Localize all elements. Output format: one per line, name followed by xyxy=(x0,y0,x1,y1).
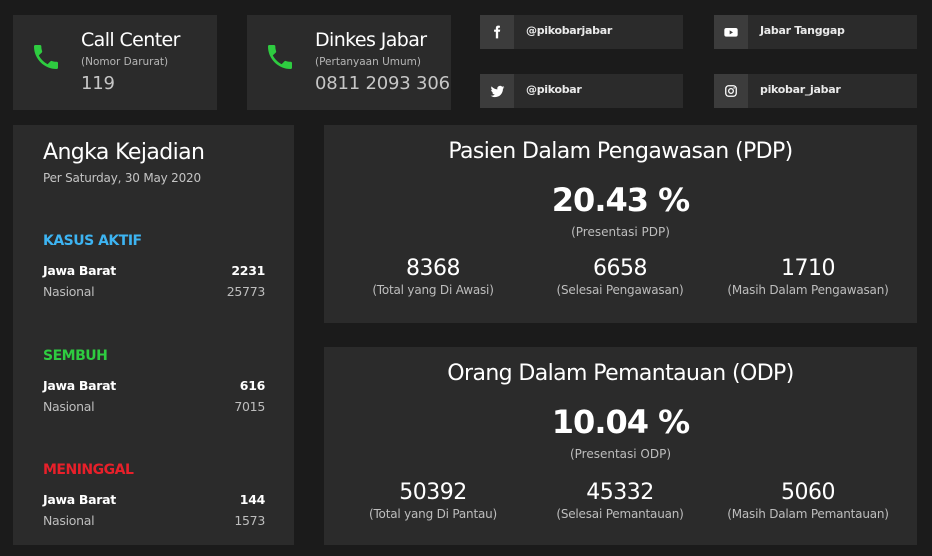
pdp-percent: 20.43 % xyxy=(551,181,690,219)
phone-icon xyxy=(34,45,58,69)
stat-total: 8368 (Total yang Di Awasi) xyxy=(343,256,523,297)
instagram-icon xyxy=(714,74,748,108)
stat-label: (Total yang Di Pantau) xyxy=(368,507,497,521)
contact-title: Dinkes Jabar xyxy=(315,29,427,51)
row-value: 25773 xyxy=(226,284,266,299)
stat-total: 50392 (Total yang Di Pantau) xyxy=(343,480,523,521)
stat-value: 8368 xyxy=(406,256,461,281)
contact-number[interactable]: 0811 2093 306 xyxy=(315,73,450,94)
stat-selesai: 6658 (Selesai Pengawasan) xyxy=(530,256,710,297)
social-handle: pikobar_jabar xyxy=(760,83,841,96)
section-label-kasus-aktif: KASUS AKTIF xyxy=(43,233,142,249)
contact-subtitle: (Nomor Darurat) xyxy=(81,56,169,68)
social-link-youtube[interactable]: Jabar Tanggap xyxy=(714,15,917,49)
youtube-icon xyxy=(714,15,748,49)
stat-selesai: 45332 (Selesai Pemantauan) xyxy=(530,480,710,521)
odp-percent-label: (Presentasi ODP) xyxy=(569,447,672,461)
social-handle: @pikobar xyxy=(526,83,582,96)
contact-number[interactable]: 119 xyxy=(81,73,115,94)
row-name: Nasional xyxy=(43,399,95,414)
stat-value: 5060 xyxy=(781,480,836,505)
panel-title: Pasien Dalam Pengawasan (PDP) xyxy=(448,139,793,164)
social-handle: Jabar Tanggap xyxy=(760,24,845,37)
phone-icon xyxy=(268,45,292,69)
stat-label: (Masih Dalam Pengawasan) xyxy=(727,283,889,297)
stat-label: (Total yang Di Awasi) xyxy=(372,283,494,297)
panel-title: Angka Kejadian xyxy=(43,140,205,165)
odp-panel: Orang Dalam Pemantauan (ODP) 10.04 % (Pr… xyxy=(324,347,917,545)
row-value: 1573 xyxy=(234,513,265,528)
angka-kejadian-panel: Angka Kejadian Per Saturday, 30 May 2020… xyxy=(13,125,294,545)
section-label-meninggal: MENINGGAL xyxy=(43,462,134,478)
social-link-twitter[interactable]: @pikobar xyxy=(480,74,683,108)
row-name: Jawa Barat xyxy=(43,263,116,278)
pdp-panel: Pasien Dalam Pengawasan (PDP) 20.43 % (P… xyxy=(324,125,917,323)
stat-masih: 1710 (Masih Dalam Pengawasan) xyxy=(718,256,898,297)
row-name: Jawa Barat xyxy=(43,378,116,393)
stat-label: (Selesai Pemantauan) xyxy=(556,507,684,521)
stat-value: 45332 xyxy=(586,480,654,505)
stat-label: (Selesai Pengawasan) xyxy=(556,283,684,297)
stat-value: 1710 xyxy=(781,256,836,281)
contact-subtitle: (Pertanyaan Umum) xyxy=(315,56,422,68)
social-link-facebook[interactable]: @pikobarjabar xyxy=(480,15,683,49)
section-label-sembuh: SEMBUH xyxy=(43,348,108,364)
row-value: 7015 xyxy=(234,399,265,414)
odp-percent: 10.04 % xyxy=(551,403,690,441)
stat-label: (Masih Dalam Pemantauan) xyxy=(727,507,889,521)
row-value: 2231 xyxy=(231,263,265,278)
row-value: 616 xyxy=(239,378,266,393)
row-name: Nasional xyxy=(43,513,95,528)
stat-value: 50392 xyxy=(399,480,467,505)
panel-title: Orang Dalam Pemantauan (ODP) xyxy=(447,361,794,386)
row-name: Jawa Barat xyxy=(43,492,116,507)
row-value: 144 xyxy=(239,492,266,507)
social-handle: @pikobarjabar xyxy=(526,24,612,37)
stat-masih: 5060 (Masih Dalam Pemantauan) xyxy=(718,480,898,521)
contact-title: Call Center xyxy=(81,29,180,51)
row-name: Nasional xyxy=(43,284,95,299)
facebook-icon xyxy=(480,15,514,49)
panel-date: Per Saturday, 30 May 2020 xyxy=(43,171,201,185)
contact-card-dinkes: Dinkes Jabar (Pertanyaan Umum) 0811 2093… xyxy=(247,15,451,110)
pdp-percent-label: (Presentasi PDP) xyxy=(571,225,670,239)
contact-card-call-center: Call Center (Nomor Darurat) 119 xyxy=(13,15,217,110)
stat-value: 6658 xyxy=(593,256,648,281)
twitter-icon xyxy=(480,74,514,108)
social-link-instagram[interactable]: pikobar_jabar xyxy=(714,74,917,108)
